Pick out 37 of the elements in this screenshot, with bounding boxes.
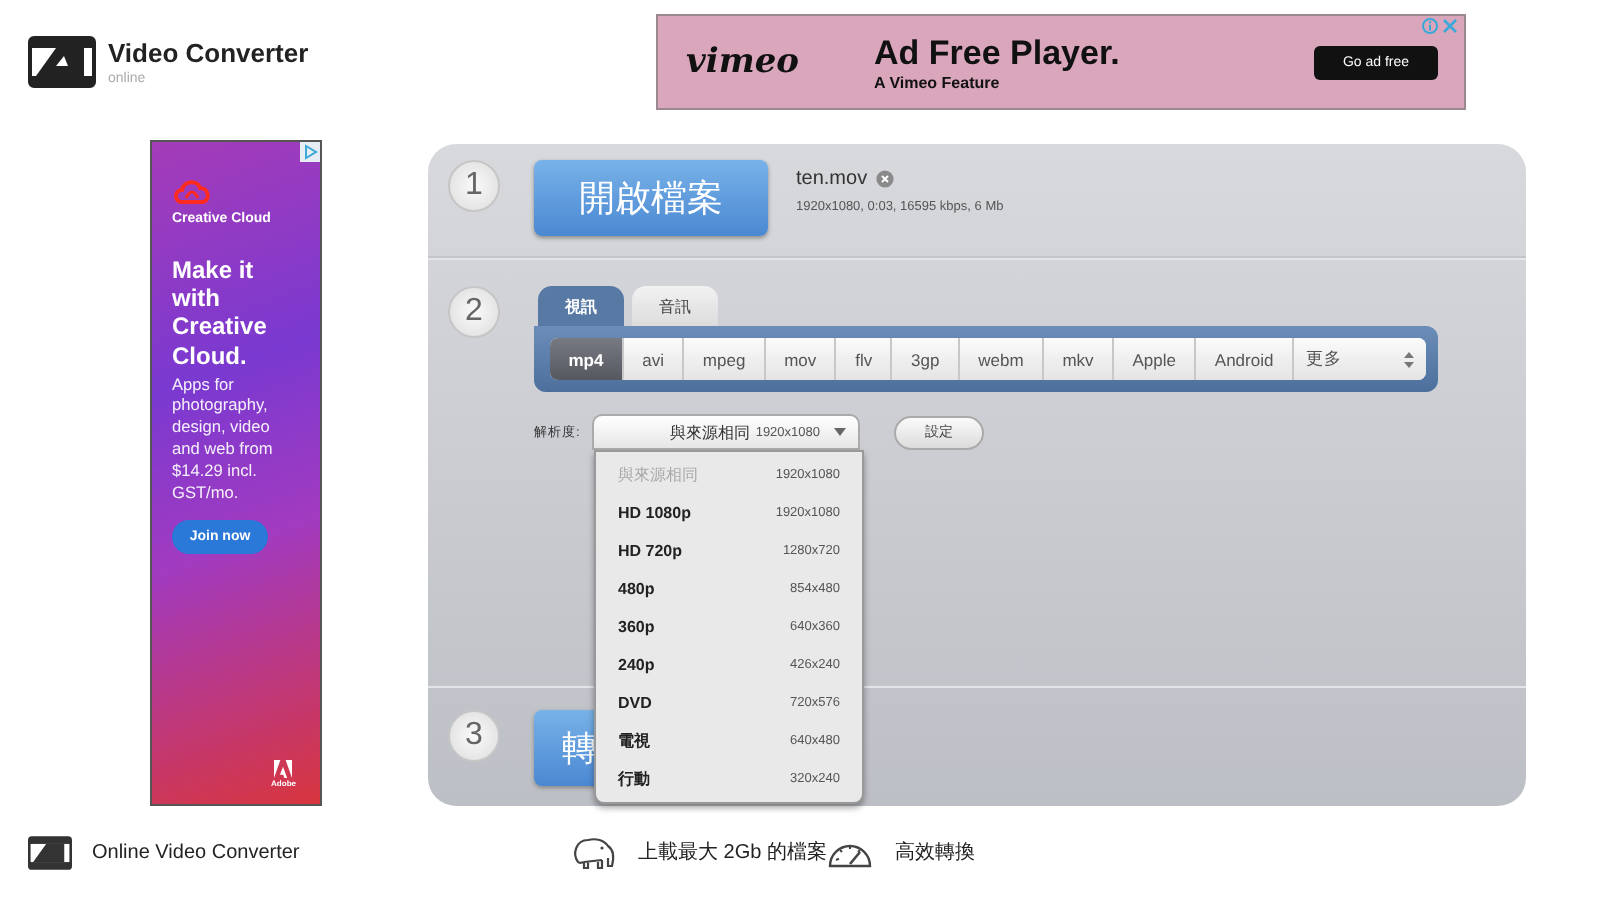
format-option[interactable]: Apple xyxy=(1114,338,1197,380)
format-option[interactable]: flv xyxy=(836,338,893,380)
step-number: 2 xyxy=(448,286,500,338)
format-option[interactable]: mpeg xyxy=(684,338,766,380)
format-option[interactable]: mov xyxy=(765,338,837,380)
close-icon[interactable] xyxy=(1442,18,1458,34)
ad-choices-icon[interactable] xyxy=(300,142,320,162)
adobe-logo-icon xyxy=(274,760,293,778)
format-option[interactable]: 3gp xyxy=(892,338,960,380)
film-clapper-icon xyxy=(28,36,96,88)
file-name: ten.mov xyxy=(796,168,868,190)
format-option[interactable]: avi xyxy=(623,338,685,380)
ad-headline: Make it with Creative Cloud. xyxy=(172,256,269,370)
feature-title: 上載最大 2Gb 的檔案 xyxy=(638,839,827,866)
step-number: 1 xyxy=(448,160,500,212)
tab[interactable]: 視訊 xyxy=(538,286,624,326)
more-formats-dropdown[interactable]: 更多 xyxy=(1293,338,1426,380)
format-option[interactable]: mkv xyxy=(1044,338,1115,380)
ad-headline: Ad Free Player. xyxy=(874,33,1120,73)
elephant-icon xyxy=(570,834,618,870)
ad-logo: vimeo xyxy=(684,42,801,82)
info-icon[interactable] xyxy=(1422,18,1438,34)
caret-icon xyxy=(834,428,846,436)
feature-title: Online Video Converter xyxy=(92,841,300,863)
film-clapper-icon xyxy=(28,835,72,869)
step-number: 3 xyxy=(448,710,500,762)
cloud-logo-icon xyxy=(172,178,212,206)
updown-icon xyxy=(1403,351,1414,367)
format-option[interactable]: mp4 xyxy=(550,338,624,380)
format-option[interactable]: Android xyxy=(1196,338,1294,380)
ad-tagline: A Vimeo Feature xyxy=(874,73,1002,91)
site-title: Video Converter xyxy=(108,38,309,68)
ad-body: Apps for photography, design, video and web from $14.29 incl. GST/mo. xyxy=(172,373,275,503)
tab[interactable]: 音訊 xyxy=(632,286,718,326)
remove-icon[interactable] xyxy=(875,170,894,188)
feature-title: 高效轉換 xyxy=(894,839,975,866)
format-option[interactable]: webm xyxy=(959,338,1045,380)
